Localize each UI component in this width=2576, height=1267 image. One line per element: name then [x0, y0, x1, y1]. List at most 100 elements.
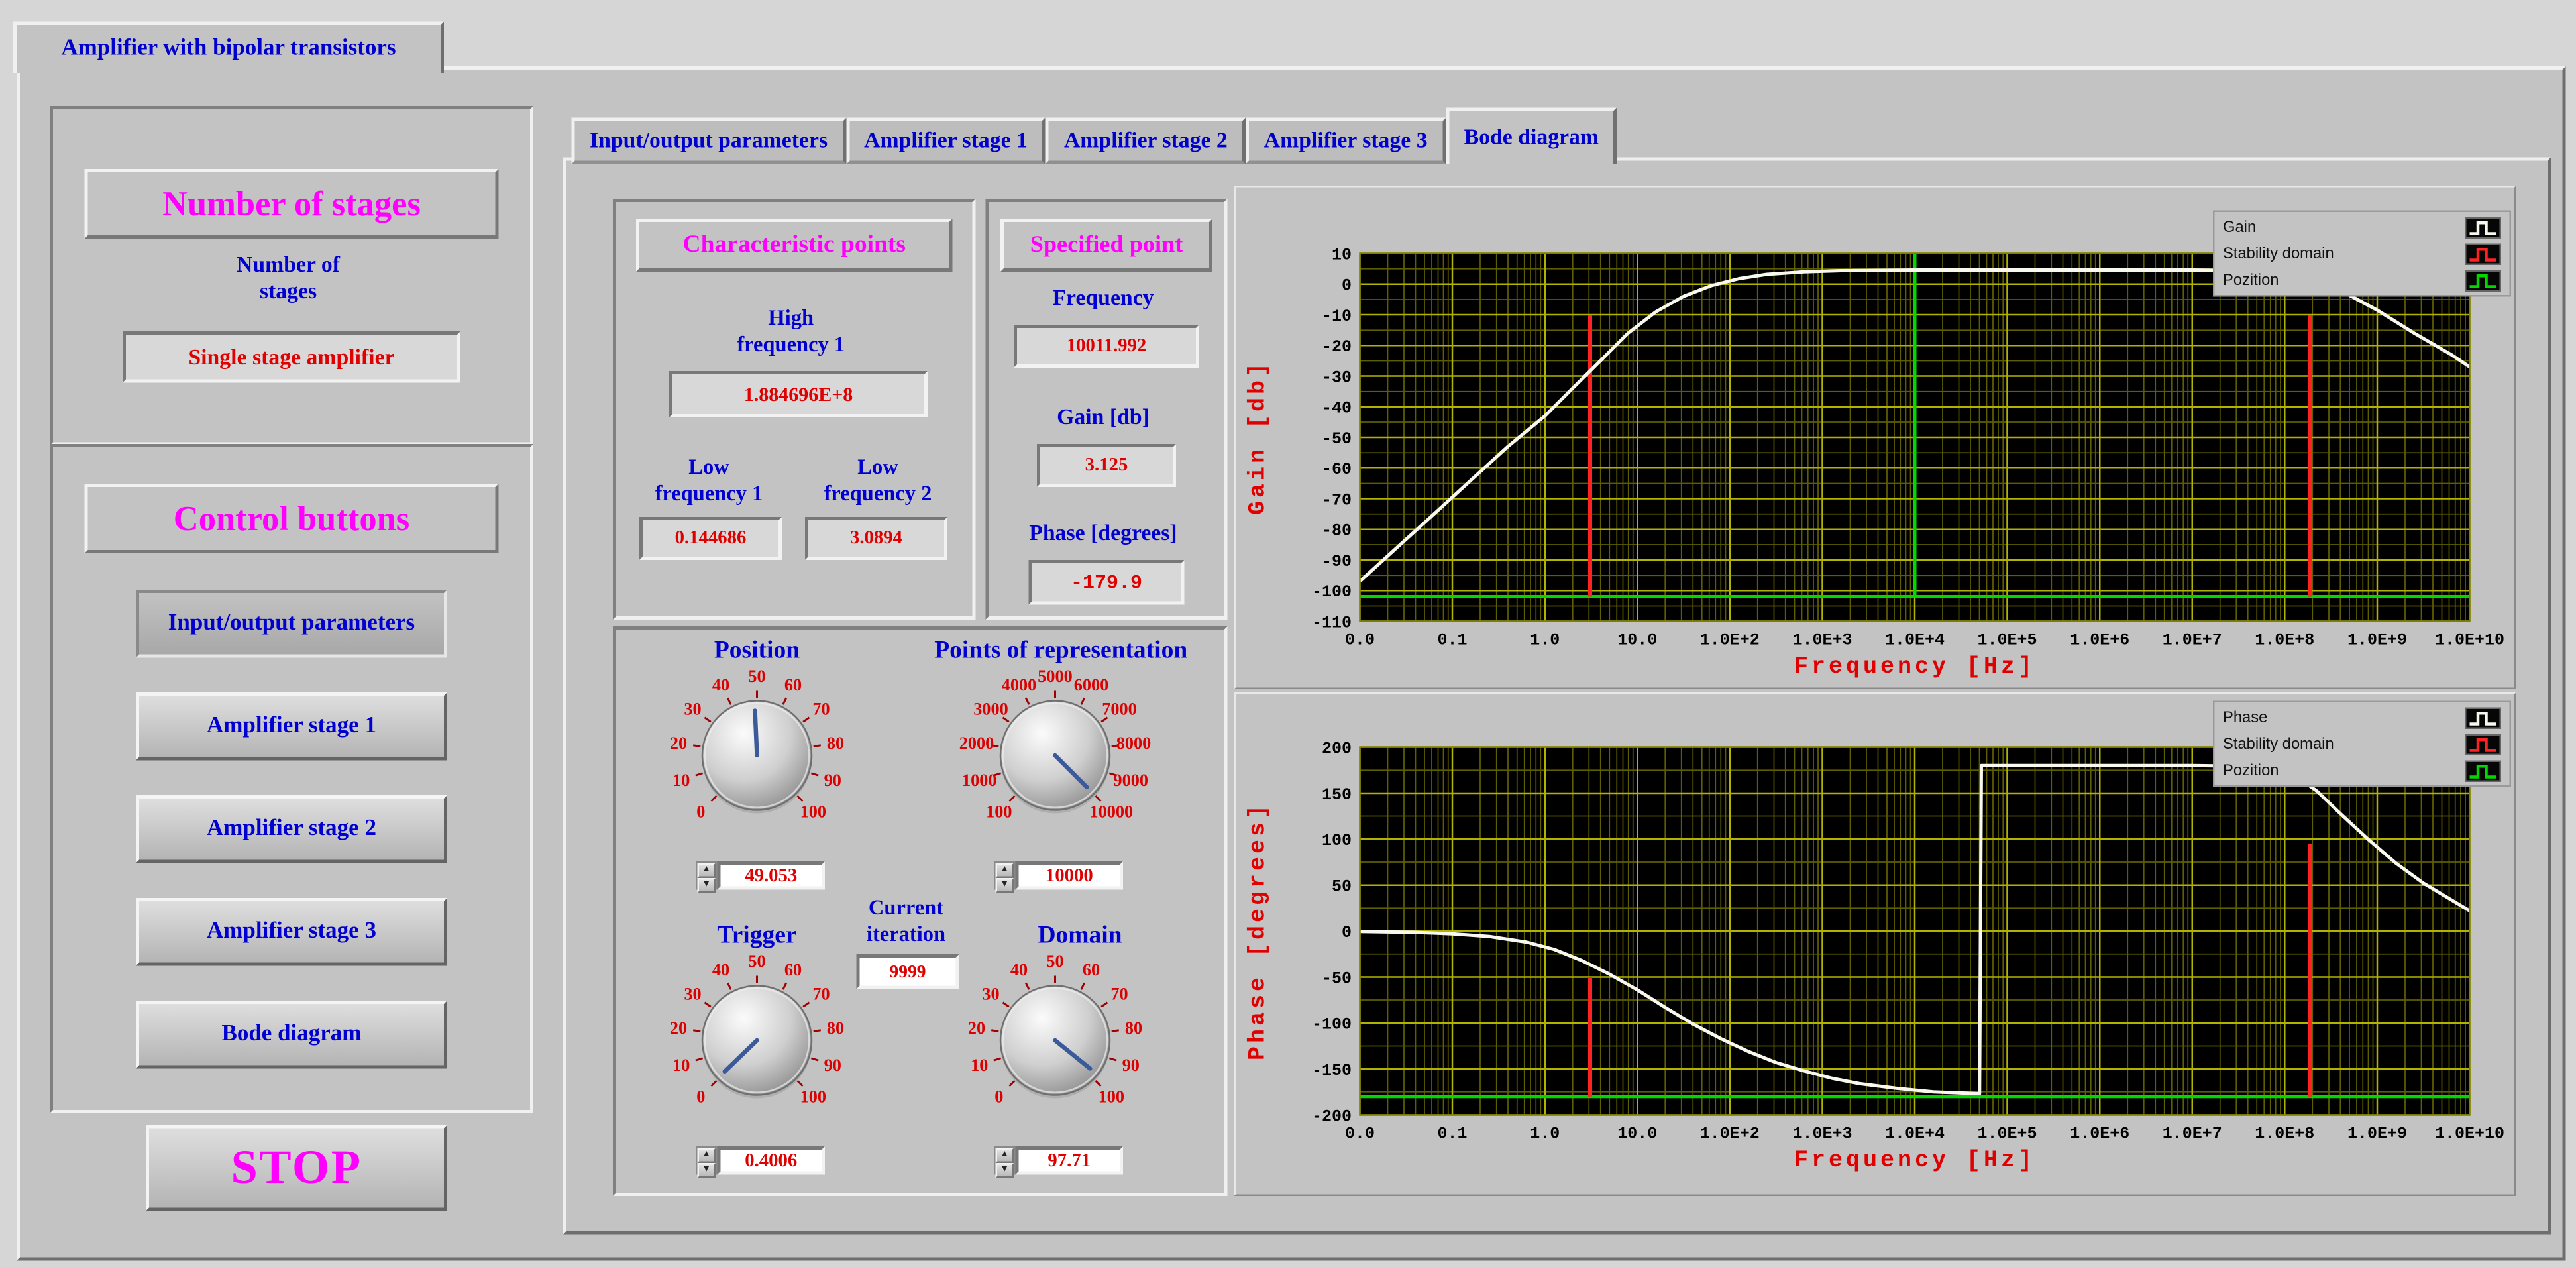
svg-text:0.0: 0.0 — [1345, 631, 1375, 650]
position-knob[interactable]: 0102030405060708090100 — [616, 663, 898, 867]
gain-plot-legend[interactable]: Gain Stability domain Pozition — [2213, 211, 2511, 297]
svg-text:4000: 4000 — [1002, 675, 1037, 694]
position-spinner[interactable]: ▲▼ — [696, 861, 718, 890]
svg-text:8000: 8000 — [1116, 734, 1152, 753]
svg-text:80: 80 — [827, 1019, 844, 1038]
current-iteration-label: Current iteration — [837, 895, 976, 946]
characteristic-points-title: Characteristic points — [683, 231, 906, 260]
tab-amplifier-stage-3[interactable]: Amplifier stage 3 — [1246, 118, 1446, 164]
increment-icon[interactable]: ▲ — [996, 863, 1014, 879]
phase-plot-legend[interactable]: Phase Stability domainPozition — [2213, 701, 2511, 787]
legend-item[interactable]: Phase — [2215, 704, 2510, 731]
input-output-parameters-button[interactable]: Input/output parameters — [136, 590, 447, 658]
svg-text:1.0E+7: 1.0E+7 — [2163, 631, 2222, 650]
svg-text:1.0E+10: 1.0E+10 — [2435, 631, 2504, 650]
domain-knob[interactable]: 0102030405060708090100 — [914, 948, 1196, 1152]
amplifier-stage-2-button[interactable]: Amplifier stage 2 — [136, 795, 447, 863]
svg-text:-70: -70 — [1322, 490, 1352, 510]
svg-text:0: 0 — [696, 1087, 705, 1107]
points-spinner[interactable]: ▲▼ — [994, 861, 1016, 890]
tab-input-output-parameters[interactable]: Input/output parameters — [572, 118, 846, 164]
legend-item[interactable]: Stability domain — [2215, 731, 2510, 757]
svg-text:5000: 5000 — [1038, 667, 1073, 686]
specified-point-box: Specified point Frequency 10011.992 Gain… — [986, 199, 1228, 620]
svg-text:0.0: 0.0 — [1345, 1125, 1375, 1144]
legend-item[interactable]: Pozition — [2215, 267, 2510, 294]
svg-text:50: 50 — [748, 952, 765, 971]
legend-line-icon — [2465, 733, 2501, 755]
legend-item[interactable]: Pozition — [2215, 757, 2510, 784]
number-of-stages-title: Number of stages — [162, 183, 421, 225]
gain-db-label: Gain [db] — [989, 404, 1218, 431]
tab-amplifier-stage-2[interactable]: Amplifier stage 2 — [1046, 118, 1246, 164]
legend-item[interactable]: Gain — [2215, 214, 2510, 241]
svg-text:6000: 6000 — [1074, 675, 1109, 694]
svg-text:30: 30 — [982, 984, 999, 1003]
bode-diagram-button[interactable]: Bode diagram — [136, 1001, 447, 1069]
svg-text:1.0E+5: 1.0E+5 — [1977, 1125, 2037, 1144]
specified-point-title-plate: Specified point — [1000, 219, 1212, 272]
domain-spinner[interactable]: ▲▼ — [994, 1146, 1016, 1175]
svg-text:10: 10 — [971, 1056, 988, 1075]
svg-text:-50: -50 — [1322, 429, 1352, 449]
svg-text:-20: -20 — [1322, 337, 1352, 357]
svg-text:-10: -10 — [1322, 307, 1352, 326]
svg-text:Gain [db]: Gain [db] — [1245, 360, 1271, 515]
decrement-icon[interactable]: ▼ — [698, 878, 716, 893]
low-frequency-2-indicator: 3.0894 — [805, 517, 947, 560]
svg-text:40: 40 — [1010, 960, 1028, 979]
svg-text:60: 60 — [784, 675, 802, 694]
svg-text:-150: -150 — [1312, 1061, 1352, 1080]
svg-text:90: 90 — [824, 771, 841, 790]
svg-text:100: 100 — [986, 802, 1012, 822]
svg-text:1000: 1000 — [962, 771, 997, 790]
amplifier-stage-3-button[interactable]: Amplifier stage 3 — [136, 898, 447, 966]
svg-text:-100: -100 — [1312, 582, 1352, 602]
svg-text:10: 10 — [672, 1056, 690, 1075]
points-value[interactable]: 10000 — [1016, 861, 1124, 890]
decrement-icon[interactable]: ▼ — [996, 878, 1014, 893]
svg-text:80: 80 — [1125, 1019, 1142, 1038]
legend-line-icon — [2465, 759, 2501, 781]
svg-text:-50: -50 — [1322, 969, 1352, 988]
low-frequency-1-label: Low frequency 1 — [626, 454, 792, 506]
trigger-knob-control: ▲▼ 0.4006 — [696, 1146, 825, 1175]
svg-text:0.1: 0.1 — [1437, 631, 1467, 650]
svg-text:Frequency [Hz]: Frequency [Hz] — [1794, 1147, 2035, 1174]
svg-text:40: 40 — [712, 960, 729, 979]
svg-text:Frequency [Hz]: Frequency [Hz] — [1794, 653, 2035, 680]
increment-icon[interactable]: ▲ — [698, 863, 716, 879]
number-of-stages-indicator: Single stage amplifier — [123, 331, 460, 383]
svg-text:200: 200 — [1322, 739, 1352, 758]
svg-text:1.0E+2: 1.0E+2 — [1700, 1125, 1760, 1144]
svg-text:2000: 2000 — [959, 734, 994, 753]
increment-icon[interactable]: ▲ — [698, 1148, 716, 1164]
window-tab[interactable]: Amplifier with bipolar transistors — [13, 22, 444, 74]
legend-label: Stability domain — [2223, 245, 2334, 263]
svg-text:1.0E+6: 1.0E+6 — [2070, 1125, 2129, 1144]
svg-text:0: 0 — [1342, 276, 1352, 296]
trigger-spinner[interactable]: ▲▼ — [696, 1146, 718, 1175]
stop-button[interactable]: STOP — [146, 1125, 447, 1211]
svg-text:80: 80 — [827, 734, 844, 753]
control-buttons-title: Control buttons — [174, 498, 409, 539]
svg-text:1.0E+9: 1.0E+9 — [2347, 631, 2407, 650]
tab-amplifier-stage-1[interactable]: Amplifier stage 1 — [846, 118, 1046, 164]
points-knob-control: ▲▼ 10000 — [994, 861, 1123, 890]
svg-text:1.0E+8: 1.0E+8 — [2255, 1125, 2314, 1144]
legend-label: Phase — [2223, 708, 2267, 727]
decrement-icon[interactable]: ▼ — [698, 1163, 716, 1178]
svg-text:1.0: 1.0 — [1530, 1125, 1560, 1144]
tab-bode-diagram[interactable]: Bode diagram — [1446, 108, 1617, 164]
decrement-icon[interactable]: ▼ — [996, 1163, 1014, 1178]
increment-icon[interactable]: ▲ — [996, 1148, 1014, 1164]
trigger-knob[interactable]: 0102030405060708090100 — [616, 948, 898, 1152]
points-of-representation-knob[interactable]: 1001000200030004000500060007000800090001… — [914, 663, 1196, 867]
position-value[interactable]: 49.053 — [718, 861, 826, 890]
domain-value[interactable]: 97.71 — [1016, 1146, 1124, 1175]
svg-text:0: 0 — [994, 1087, 1003, 1107]
legend-item[interactable]: Stability domain — [2215, 241, 2510, 267]
svg-text:1.0E+9: 1.0E+9 — [2347, 1125, 2407, 1144]
amplifier-stage-1-button[interactable]: Amplifier stage 1 — [136, 692, 447, 761]
trigger-value[interactable]: 0.4006 — [718, 1146, 826, 1175]
